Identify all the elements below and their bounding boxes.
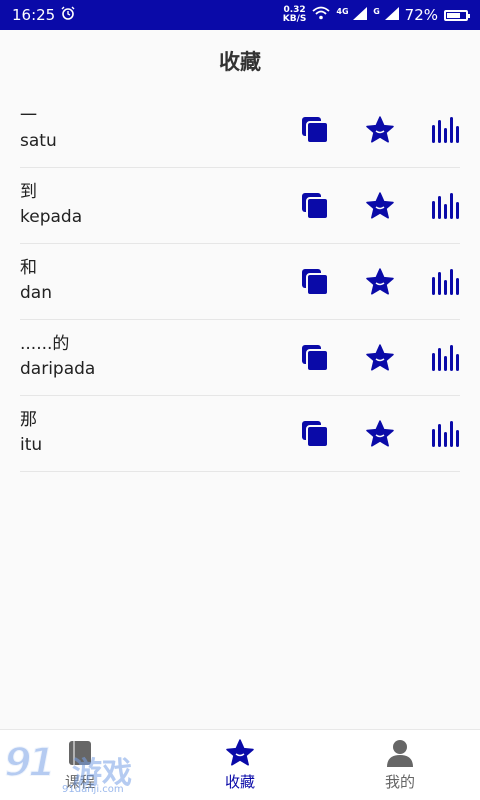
audio-bars-icon <box>432 420 459 447</box>
chinese-word: 一 <box>20 106 37 126</box>
favorite-star-button[interactable] <box>365 419 395 449</box>
status-bar: 16:25 0.32 KB/S 4G G 72% <box>0 0 480 30</box>
battery-icon <box>444 9 470 21</box>
audio-button[interactable] <box>430 267 460 297</box>
favorites-list: 一 satu 到 kepada 和 dan ......的 daripada 那… <box>20 92 460 472</box>
row-actions <box>265 320 460 395</box>
audio-bars-icon <box>432 344 459 371</box>
tab-favorites-label: 收藏 <box>224 773 255 791</box>
star-icon <box>366 115 394 143</box>
word-block: ......的 daripada <box>20 332 95 382</box>
copy-button[interactable] <box>300 115 330 145</box>
favorite-star-button[interactable] <box>365 267 395 297</box>
indonesian-word: dan <box>20 283 52 303</box>
favorite-row: 到 kepada <box>20 168 460 244</box>
net-speed: 0.32 KB/S <box>282 5 307 24</box>
audio-bars-icon <box>432 268 459 295</box>
copy-button[interactable] <box>300 191 330 221</box>
favorite-star-button[interactable] <box>365 191 395 221</box>
row-actions <box>265 168 460 243</box>
star-icon <box>366 419 394 447</box>
alarm-icon <box>61 6 75 24</box>
copy-icon <box>302 344 329 372</box>
chinese-word: 到 <box>20 182 37 202</box>
favorite-row: ......的 daripada <box>20 320 460 396</box>
status-time: 16:25 <box>12 6 56 24</box>
word-block: 那 itu <box>20 408 42 458</box>
audio-bars-icon <box>432 192 459 219</box>
tab-course-label: 课程 <box>64 773 95 791</box>
copy-icon <box>302 420 329 448</box>
chinese-word: 和 <box>20 258 37 278</box>
signal-icon-1: 4G <box>336 6 368 24</box>
person-icon <box>387 740 413 767</box>
star-icon <box>366 191 394 219</box>
star-icon <box>366 267 394 295</box>
favorite-row: 那 itu <box>20 396 460 472</box>
book-icon <box>69 741 91 765</box>
row-actions <box>265 244 460 319</box>
favorite-row: 和 dan <box>20 244 460 320</box>
favorite-star-button[interactable] <box>365 343 395 373</box>
status-left: 16:25 <box>12 6 75 24</box>
word-block: 一 satu <box>20 104 57 154</box>
copy-button[interactable] <box>300 419 330 449</box>
indonesian-word: satu <box>20 131 57 151</box>
indonesian-word: itu <box>20 435 43 455</box>
tab-mine[interactable]: 我的 <box>320 730 480 800</box>
word-block: 和 dan <box>20 256 52 306</box>
chinese-word: 那 <box>20 410 37 430</box>
indonesian-word: kepada <box>20 207 83 227</box>
audio-button[interactable] <box>430 419 460 449</box>
status-right: 0.32 KB/S 4G G 72% <box>282 5 470 24</box>
audio-button[interactable] <box>430 191 460 221</box>
page-title: 收藏 <box>219 50 261 74</box>
battery-percent: 72% <box>404 6 438 24</box>
chinese-word: ......的 <box>20 334 70 354</box>
word-block: 到 kepada <box>20 180 82 230</box>
audio-bars-icon <box>432 116 459 143</box>
tab-course[interactable]: 课程 <box>0 730 160 800</box>
star-icon <box>226 739 254 766</box>
copy-button[interactable] <box>300 343 330 373</box>
star-icon <box>366 343 394 371</box>
row-actions <box>265 92 460 167</box>
tab-favorites[interactable]: 收藏 <box>160 730 320 800</box>
copy-icon <box>302 116 329 144</box>
tab-mine-label: 我的 <box>384 773 415 791</box>
signal-icon-2: G <box>373 6 399 24</box>
row-actions <box>265 396 460 471</box>
copy-icon <box>302 268 329 296</box>
audio-button[interactable] <box>430 343 460 373</box>
copy-button[interactable] <box>300 267 330 297</box>
wifi-icon <box>312 6 330 24</box>
indonesian-word: daripada <box>20 359 96 379</box>
bottom-tab-bar: 课程 收藏 我的 <box>0 729 480 800</box>
favorite-star-button[interactable] <box>365 115 395 145</box>
audio-button[interactable] <box>430 115 460 145</box>
favorite-row: 一 satu <box>20 92 460 168</box>
copy-icon <box>302 192 329 220</box>
